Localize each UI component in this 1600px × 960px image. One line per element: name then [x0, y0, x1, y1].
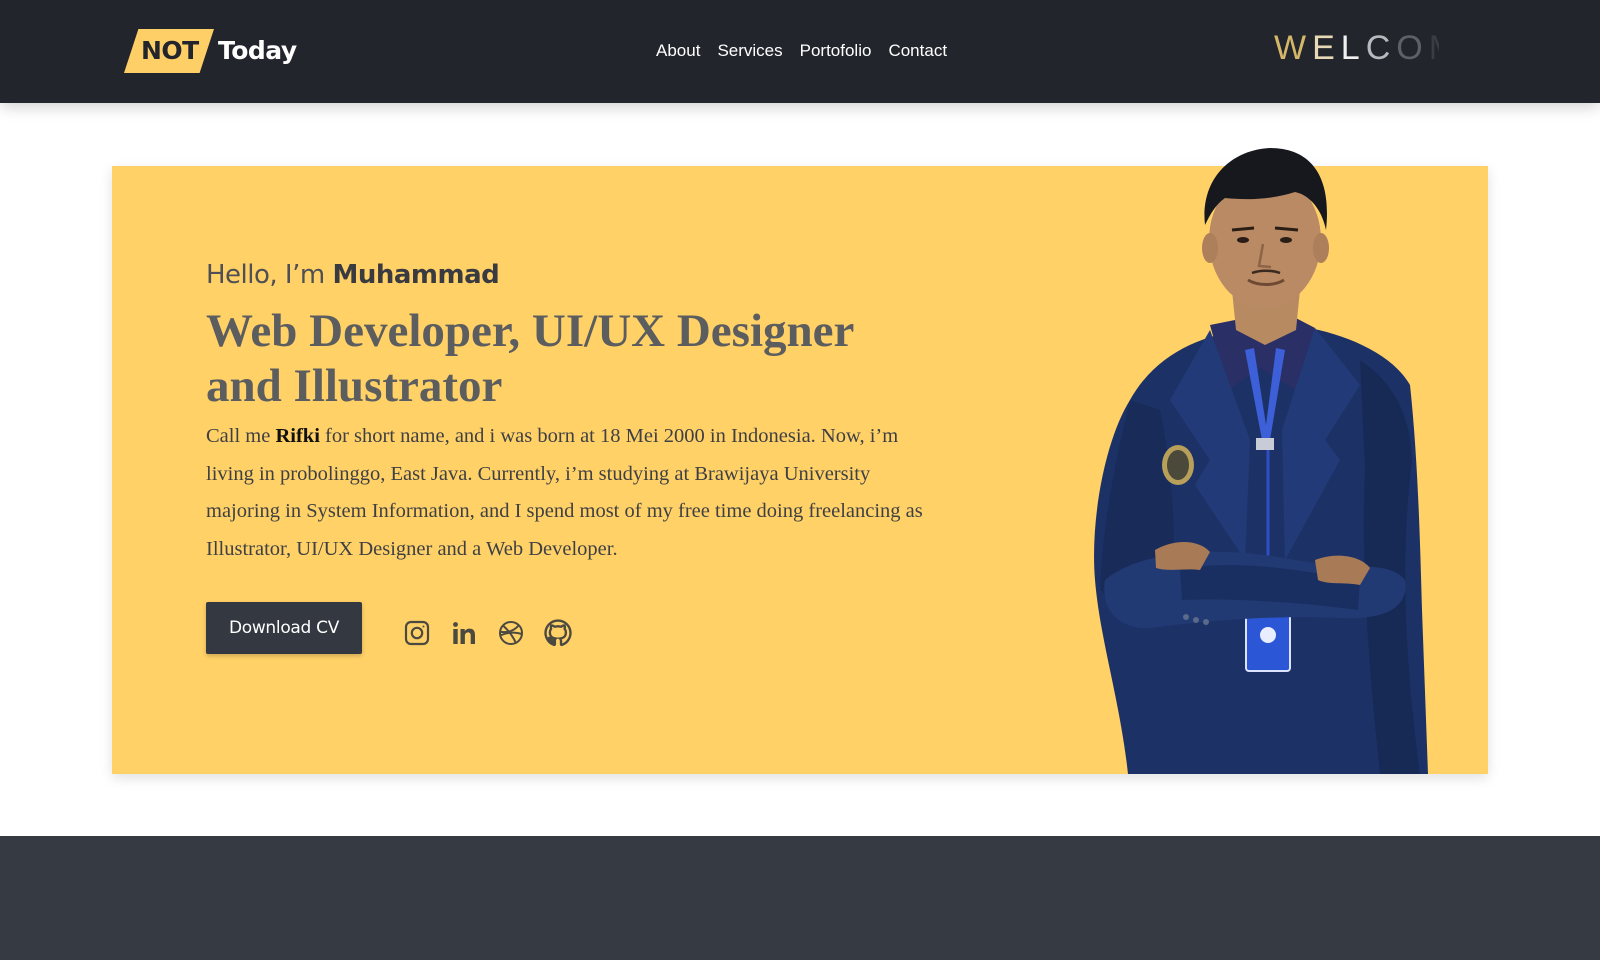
logo-badge-text: NOT	[141, 36, 199, 65]
logo-text: Today	[218, 36, 297, 65]
hero-greeting: Hello, I’m Muhammad	[206, 260, 500, 290]
profile-photo	[1060, 140, 1440, 774]
top-navbar: NOT Today About Services Portofolio Cont…	[0, 0, 1600, 103]
dribbble-icon[interactable]	[496, 618, 526, 648]
welcome-letter: E	[1312, 29, 1341, 67]
hero-bio: Call me Rifki for short name, and i was …	[206, 418, 946, 568]
social-links	[402, 618, 590, 648]
bio-prefix: Call me	[206, 425, 276, 447]
nav-link-contact[interactable]: Contact	[888, 40, 947, 62]
welcome-letter: L	[1340, 29, 1366, 67]
nav-link-about[interactable]: About	[656, 40, 700, 62]
nav-link-portofolio[interactable]: Portofolio	[800, 40, 872, 62]
instagram-icon[interactable]	[402, 618, 432, 648]
hero-headline: Web Developer, UI/UX Designer and Illust…	[206, 304, 966, 414]
headline-line-1: Web Developer, UI/UX Designer	[206, 305, 855, 357]
bio-nickname: Rifki	[275, 425, 320, 447]
headline-line-2: and Illustrator	[206, 360, 503, 412]
download-cv-button[interactable]: Download CV	[206, 602, 362, 654]
footer-section	[0, 836, 1600, 960]
github-icon[interactable]	[543, 618, 573, 648]
greeting-prefix: Hello, I’m	[206, 260, 333, 290]
welcome-letter: C	[1365, 29, 1397, 67]
nav-link-services[interactable]: Services	[717, 40, 782, 62]
welcome-letter: O	[1396, 29, 1429, 67]
site-logo[interactable]: NOT Today	[124, 29, 304, 73]
greeting-name: Muhammad	[332, 260, 500, 290]
main-nav: About Services Portofolio Contact	[656, 40, 964, 62]
welcome-letter: M	[1429, 28, 1439, 68]
welcome-marquee: WELCOM	[1274, 28, 1439, 68]
linkedin-icon[interactable]	[449, 618, 479, 648]
welcome-letter: W	[1274, 29, 1313, 67]
